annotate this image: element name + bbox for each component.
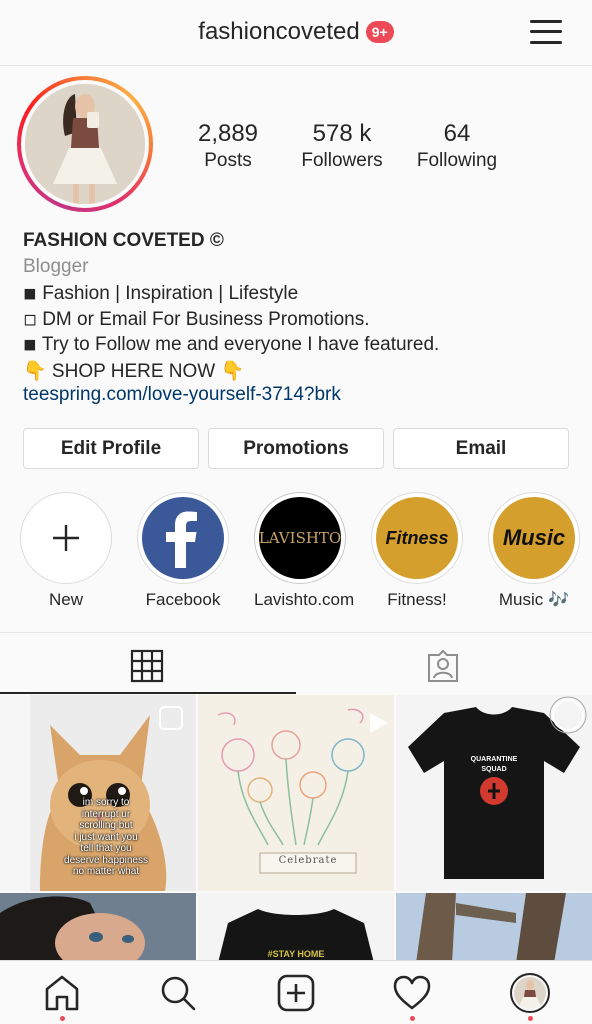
post-flowers[interactable]: Celebrate [198, 695, 394, 891]
bio-line: ◽ DM or Email For Business Promotions. [23, 308, 370, 330]
followers-count: 578 k [312, 120, 372, 147]
highlight-lavishto[interactable]: LAVISHTO Lavishto.com [254, 492, 355, 610]
lavishto-cover-text: LAVISHTO [259, 529, 341, 547]
tagged-user-icon[interactable] [426, 649, 460, 683]
username-text: fashioncoveted [198, 17, 360, 45]
post-kitten[interactable]: im sorry to interrupt ur scrolling but i… [0, 695, 196, 891]
bio-line: ◾ Fashion | Inspiration | Lifestyle [23, 283, 299, 304]
flower-caption: Celebrate [278, 855, 338, 866]
facebook-logo-icon [142, 497, 224, 579]
profile-avatar[interactable] [17, 76, 153, 212]
add-post-icon[interactable] [276, 973, 316, 1013]
bio-line: 👇 SHOP HERE NOW 👇 [23, 360, 245, 382]
music-cover-text: Music [502, 525, 566, 550]
followers-label: Followers [301, 150, 383, 171]
bio-line: ◾ Try to Follow me and everyone I have f… [23, 334, 440, 355]
highlight-label: New [48, 590, 83, 609]
posts-label: Posts [204, 150, 252, 171]
profile-tabs [0, 632, 592, 696]
post-stay-home-shirt[interactable]: #STAY HOME [198, 893, 394, 960]
promotions-button[interactable]: Promotions [208, 428, 384, 469]
notification-badge[interactable]: 9+ [365, 20, 394, 43]
fitness-cover-text: Fitness [385, 527, 449, 548]
search-icon[interactable] [158, 973, 198, 1013]
post-trees[interactable] [396, 893, 592, 960]
highlight-label: Facebook [145, 590, 221, 609]
grid-icon[interactable] [130, 649, 164, 683]
profile-username-header[interactable]: fashioncoveted 9+ [0, 17, 592, 46]
kitten-caption: im sorry to interrupt ur scrolling but i… [64, 797, 148, 877]
hamburger-menu-icon[interactable] [530, 18, 562, 46]
following-stat[interactable]: 64 Following [408, 120, 506, 172]
posts-grid: im sorry to interrupt ur scrolling but i… [0, 695, 592, 960]
shirt-text: QUARANTINE SQUAD [470, 756, 518, 773]
highlight-label: Fitness! [387, 590, 447, 609]
post-tshirt[interactable]: QUARANTINE SQUAD [396, 695, 592, 891]
posts-count: 2,889 [197, 120, 259, 147]
active-tab-indicator [0, 692, 296, 694]
email-button[interactable]: Email [393, 428, 569, 469]
avatar-photo [25, 84, 145, 204]
home-icon[interactable] [42, 973, 82, 1021]
highlight-fitness[interactable]: Fitness Fitness! [371, 492, 463, 610]
posts-stat: 2,889 Posts [182, 120, 274, 172]
highlight-facebook[interactable]: Facebook [137, 492, 229, 610]
profile-bio: FASHION COVETED © Blogger ◾ Fashion | In… [23, 230, 573, 410]
bottom-navigation [0, 960, 592, 1024]
highlight-label: Music 🎶 [498, 590, 570, 609]
bio-link[interactable]: teespring.com/love-yourself-3714?brk [23, 384, 573, 410]
heart-icon[interactable] [392, 973, 432, 1021]
highlight-label: Lavishto.com [254, 590, 355, 609]
stay-home-text: #STAY HOME [267, 949, 325, 959]
post-portrait[interactable] [0, 893, 196, 960]
followers-stat[interactable]: 578 k Followers [292, 120, 392, 172]
category-label: Blogger [23, 256, 89, 277]
highlight-new[interactable]: New [20, 492, 112, 610]
top-bar: fashioncoveted 9+ [0, 0, 592, 66]
following-count: 64 [443, 120, 471, 147]
highlight-music[interactable]: Music Music 🎶 [488, 492, 580, 610]
profile-avatar-nav[interactable] [510, 973, 550, 1021]
plus-icon [25, 497, 107, 579]
edit-profile-button[interactable]: Edit Profile [23, 428, 199, 469]
following-label: Following [416, 150, 498, 171]
profile-actions: Edit Profile Promotions Email [23, 428, 569, 469]
display-name: FASHION COVETED © [23, 230, 224, 251]
profile-stats: 2,889 Posts 578 k Followers 64 Following [182, 120, 522, 180]
